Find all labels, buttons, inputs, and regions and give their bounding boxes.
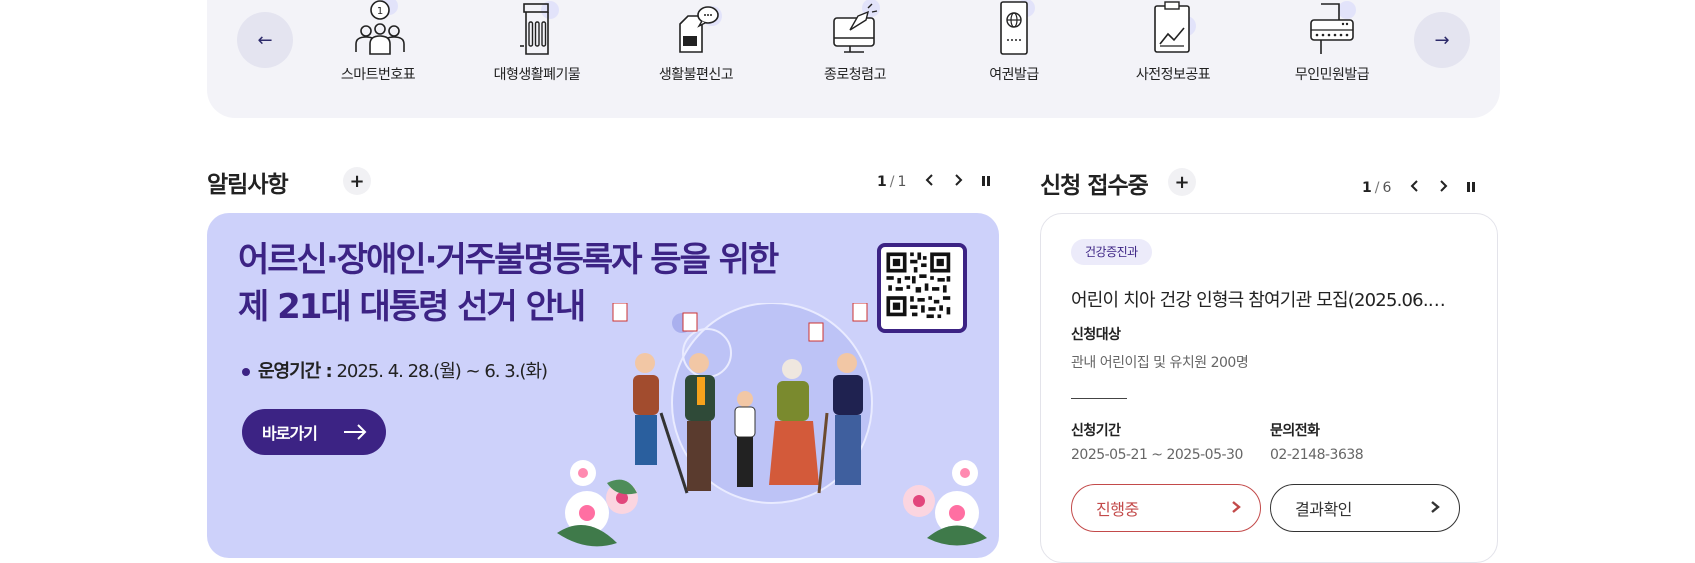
voters-illustration — [557, 303, 987, 547]
svg-text:1: 1 — [377, 6, 383, 17]
pager-separator: / — [1374, 179, 1380, 196]
service-label: 여권발급 — [989, 67, 1039, 83]
notice-more-button[interactable]: + — [343, 167, 371, 195]
quick-services-prev-button[interactable]: ← — [237, 12, 293, 68]
banner-go-button[interactable]: 바로가기 — [242, 409, 386, 455]
arrow-right-icon: → — [1434, 29, 1450, 51]
notice-prev-button[interactable] — [916, 172, 944, 191]
pager-total: 6 — [1382, 179, 1392, 196]
in-progress-button[interactable]: 진행중 — [1071, 484, 1261, 532]
notice-pause-button[interactable] — [972, 172, 1000, 191]
chevron-left-icon — [1410, 180, 1419, 192]
service-label: 사전정보공표 — [1135, 67, 1211, 83]
check-result-button[interactable]: 결과확인 — [1270, 484, 1460, 532]
application-title[interactable]: 어린이 치아 건강 인형극 참여기관 모집(2025.06.… — [1071, 286, 1471, 312]
arrow-left-icon: ← — [257, 29, 273, 51]
plus-icon: + — [349, 170, 365, 192]
report-message-icon — [679, 6, 722, 53]
pager-current: 1 — [877, 173, 887, 190]
application-card[interactable]: 건강증진과 어린이 치아 건강 인형극 참여기관 모집(2025.06.… 신청… — [1040, 213, 1498, 563]
applications-prev-button[interactable] — [1401, 178, 1429, 197]
passport-icon — [1000, 0, 1035, 55]
banner-title-line1: 어르신·장애인·거주불명등록자 등을 위한 — [238, 240, 779, 280]
applications-more-button[interactable]: + — [1168, 168, 1196, 196]
in-progress-label: 진행중 — [1096, 500, 1139, 519]
applications-next-button[interactable] — [1429, 178, 1457, 197]
notice-banner[interactable]: 어르신·장애인·거주불명등록자 등을 위한 제 21대 대통령 선거 안내 운영… — [207, 213, 999, 558]
people-number-icon: 1 — [355, 0, 405, 55]
clipboard-chart-icon — [1154, 1, 1196, 53]
kiosk-printer-icon — [1310, 1, 1356, 54]
chevron-right-icon — [1440, 180, 1448, 192]
chevron-right-icon — [1232, 501, 1241, 513]
service-label: 스마트번호표 — [340, 67, 416, 83]
arrow-right-icon — [344, 424, 367, 440]
period-value: 2025-05-21 ~ 2025-05-30 — [1071, 447, 1243, 463]
trash-bin-icon — [520, 1, 559, 55]
chevron-left-icon — [925, 174, 934, 186]
notice-section-title: 알림사항 — [207, 172, 289, 198]
integrity-report-icon — [833, 0, 880, 53]
chevron-right-icon — [955, 174, 963, 186]
applications-pause-button[interactable] — [1457, 178, 1485, 197]
period-label: 신청기간 — [1071, 423, 1121, 439]
notice-next-button[interactable] — [944, 172, 972, 191]
notice-pager: 1 / 1 — [877, 172, 1000, 191]
pager-current: 1 — [1362, 179, 1372, 196]
pager-separator: / — [889, 173, 895, 190]
banner-period: 운영기간 : 2025. 4. 28.(월) ~ 6. 3.(화) — [242, 357, 548, 383]
target-label: 신청대상 — [1071, 327, 1121, 343]
check-result-label: 결과확인 — [1295, 500, 1352, 519]
target-value: 관내 어린이집 및 유치원 200명 — [1071, 355, 1249, 371]
service-label: 대형생활폐기물 — [493, 67, 581, 83]
chevron-right-icon — [1431, 501, 1440, 513]
bullet-icon — [242, 368, 250, 376]
period-value: 2025. 4. 28.(월) ~ 6. 3.(화) — [336, 361, 548, 382]
service-label: 종로청렴고 — [824, 67, 886, 83]
pause-icon — [1467, 182, 1476, 192]
go-button-label: 바로가기 — [262, 424, 318, 443]
phone-label: 문의전화 — [1270, 423, 1320, 439]
service-label: 생활불편신고 — [658, 67, 734, 83]
applications-pager: 1 / 6 — [1362, 178, 1485, 197]
applications-section-title: 신청 접수중 — [1040, 173, 1149, 199]
plus-icon: + — [1174, 171, 1190, 193]
period-label: 운영기간 : — [258, 361, 333, 382]
divider — [1071, 398, 1127, 399]
service-label: 무인민원발급 — [1294, 67, 1370, 83]
department-badge: 건강증진과 — [1071, 239, 1152, 265]
pause-icon — [982, 176, 991, 186]
pager-total: 1 — [897, 173, 907, 190]
phone-value: 02-2148-3638 — [1270, 447, 1364, 463]
quick-services-next-button[interactable]: → — [1414, 12, 1470, 68]
